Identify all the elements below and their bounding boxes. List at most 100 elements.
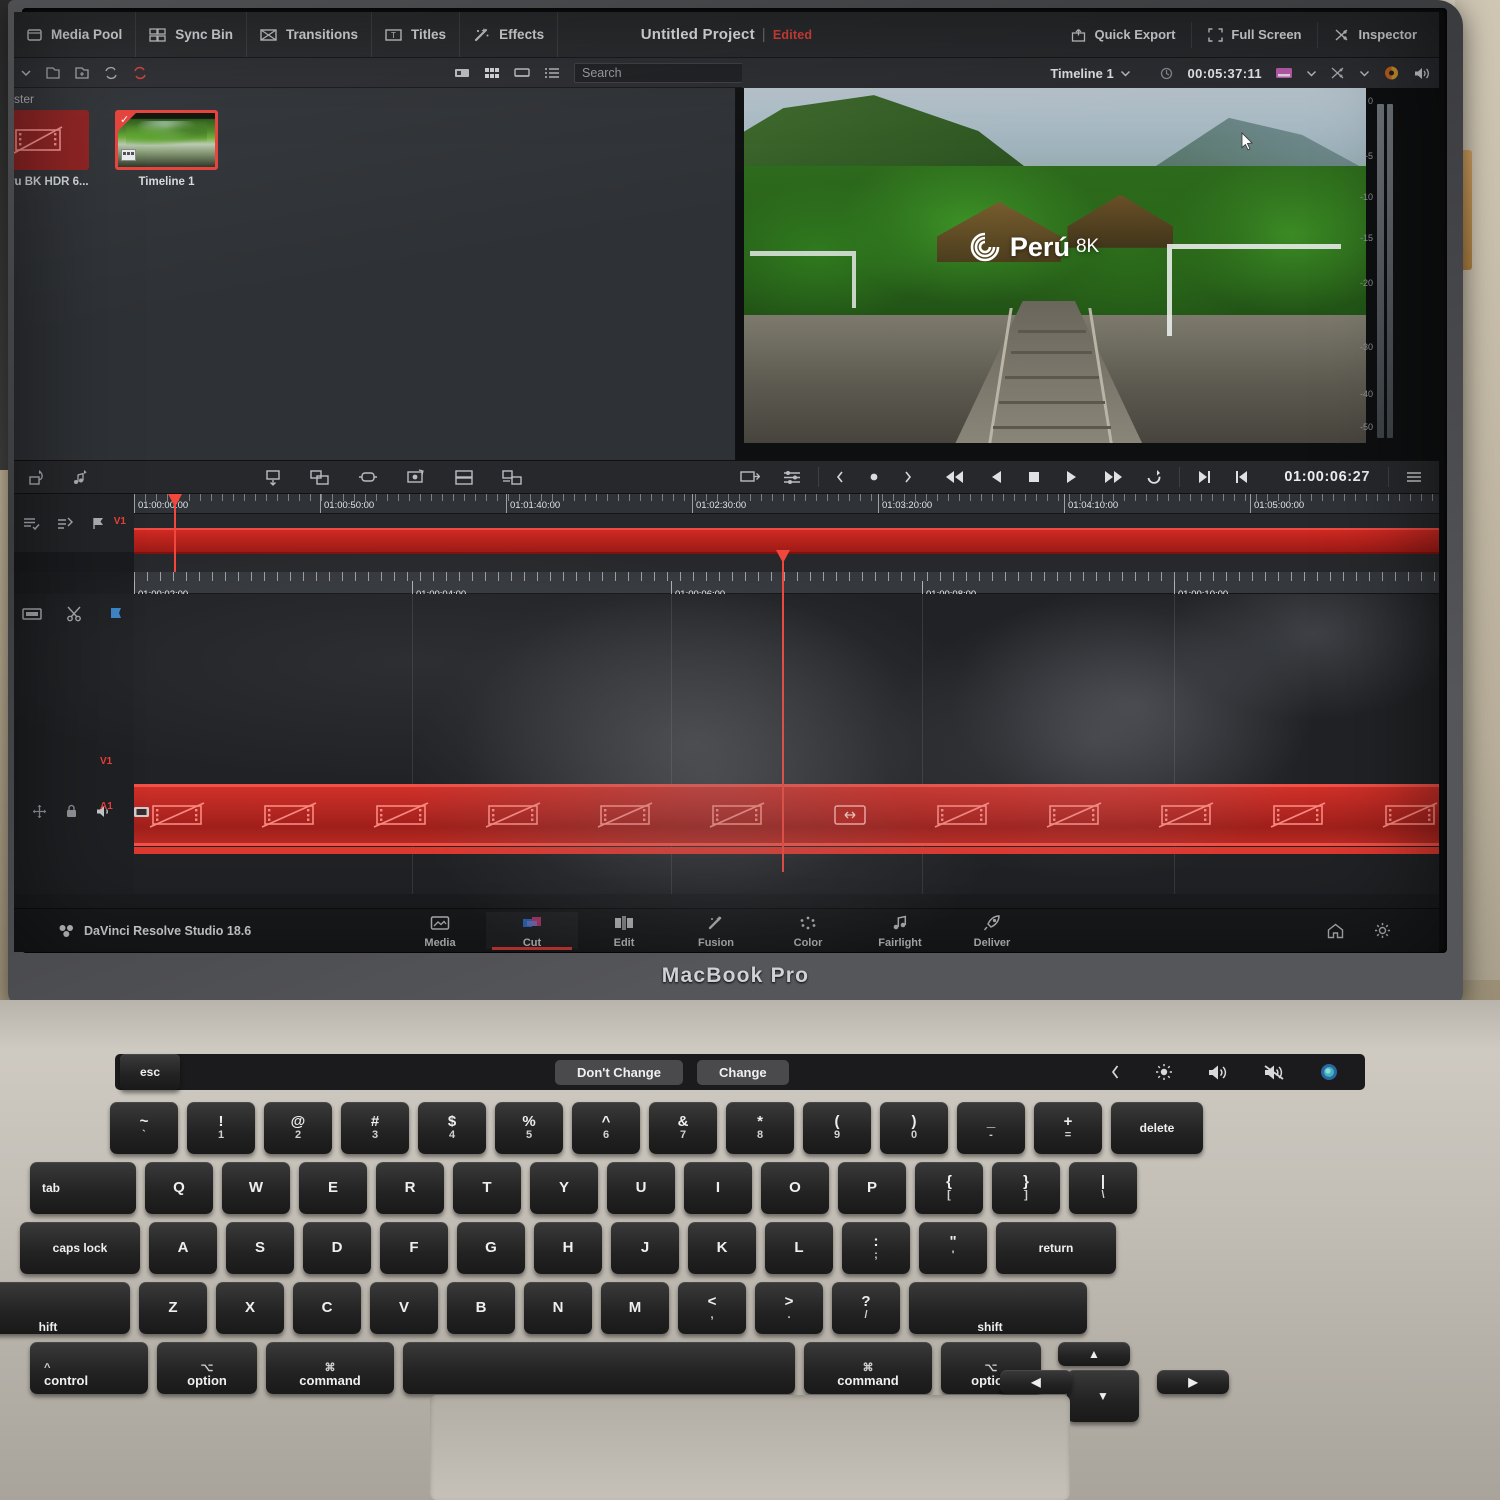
inspector-button[interactable]: Inspector — [1318, 22, 1439, 48]
home-icon[interactable] — [1327, 922, 1344, 939]
key-s[interactable]: S — [226, 1222, 294, 1274]
key-f[interactable]: F — [380, 1222, 448, 1274]
key-u[interactable]: U — [607, 1162, 675, 1214]
volume-mute-icon[interactable] — [1263, 1064, 1285, 1081]
touchbar-dont-change-button[interactable]: Don't Change — [555, 1059, 683, 1085]
toolbar-item-media-pool[interactable]: Media Pool — [14, 12, 137, 57]
siri-icon[interactable] — [1319, 1062, 1339, 1082]
key-2[interactable]: @2 — [264, 1102, 332, 1154]
key-quote[interactable]: " ' — [919, 1222, 987, 1274]
color-wheel-icon[interactable] — [1383, 65, 1400, 81]
mark-in-icon[interactable] — [264, 469, 282, 486]
key-v[interactable]: V — [370, 1282, 438, 1334]
place-on-top-icon[interactable] — [454, 469, 474, 486]
key-command-right[interactable]: ⌘ command — [804, 1342, 932, 1394]
key-bracket-right[interactable]: }] — [992, 1162, 1060, 1214]
key-bracket-left[interactable]: {[ — [915, 1162, 983, 1214]
key-option-left[interactable]: ⌥ option — [157, 1342, 257, 1394]
toolbar-item-sync-bin[interactable]: Sync Bin — [136, 12, 248, 57]
key-shift-right[interactable]: shift — [909, 1282, 1087, 1334]
key-slash[interactable]: ? / — [832, 1282, 900, 1334]
key-6[interactable]: ^ 6 — [572, 1102, 640, 1154]
record-dot-icon[interactable] — [867, 470, 881, 484]
key-arrow-down[interactable]: ▼ — [1067, 1370, 1139, 1422]
key-period[interactable]: >. — [755, 1282, 823, 1334]
key-n[interactable]: N — [524, 1282, 592, 1334]
chevron-down-icon[interactable] — [20, 68, 32, 78]
timeline-video-clip[interactable] — [134, 784, 1439, 846]
key-backtick[interactable]: ~ ` — [110, 1102, 178, 1154]
tab-media[interactable]: Media — [394, 912, 486, 949]
ripple-overwrite-icon[interactable] — [358, 469, 378, 486]
key-x[interactable]: X — [216, 1282, 284, 1334]
source-overwrite-icon[interactable] — [502, 469, 522, 486]
close-up-icon[interactable] — [406, 468, 426, 486]
key-esc[interactable]: esc — [120, 1054, 180, 1090]
play-icon[interactable] — [1064, 469, 1079, 485]
toolbar-item-titles[interactable]: T Titles — [372, 12, 461, 57]
full-screen-button[interactable]: Full Screen — [1192, 21, 1319, 48]
key-p[interactable]: P — [838, 1162, 906, 1214]
key-m[interactable]: M — [601, 1282, 669, 1334]
key-semicolon[interactable]: :; — [842, 1222, 910, 1274]
key-l[interactable]: L — [765, 1222, 833, 1274]
timeline-audio-track-clip[interactable] — [134, 847, 1439, 854]
key-i[interactable]: I — [684, 1162, 752, 1214]
key-r[interactable]: R — [376, 1162, 444, 1214]
volume-up-icon[interactable] — [1207, 1064, 1229, 1081]
chevron-down-icon-3[interactable] — [1306, 69, 1317, 78]
key-9[interactable]: (9 — [803, 1102, 871, 1154]
loop-icon[interactable] — [1145, 469, 1163, 486]
key-t[interactable]: T — [453, 1162, 521, 1214]
tab-fairlight[interactable]: Fairlight — [854, 912, 946, 949]
reverse-play-icon[interactable] — [989, 469, 1004, 485]
mark-in-icon-2[interactable] — [1234, 469, 1250, 485]
tab-fusion[interactable]: Fusion — [670, 912, 762, 949]
key-shift-left[interactable]: hift — [0, 1282, 130, 1334]
key-caps-lock[interactable]: caps lock — [20, 1222, 140, 1274]
touch-bar[interactable]: Don't Change Change — [115, 1054, 1365, 1090]
lower-playhead[interactable] — [782, 550, 784, 872]
move-icon[interactable] — [32, 804, 47, 819]
upper-playhead[interactable] — [174, 494, 176, 572]
hamburger-menu-icon[interactable] — [1405, 470, 1423, 484]
key-a[interactable]: A — [149, 1222, 217, 1274]
key-4[interactable]: $4 — [418, 1102, 486, 1154]
snap-icon[interactable] — [28, 469, 46, 486]
key-h[interactable]: H — [534, 1222, 602, 1274]
edit-index-icon[interactable] — [22, 516, 40, 531]
lock-icon[interactable] — [65, 804, 78, 819]
key-command-left[interactable]: ⌘ command — [266, 1342, 394, 1394]
key-d[interactable]: D — [303, 1222, 371, 1274]
timeline-lower-ruler[interactable]: 01:00:02:00 01:00:04:00 01:00:06:00 01:0… — [134, 572, 1439, 602]
new-bin-icon[interactable] — [45, 66, 61, 80]
audio-trim-icon[interactable] — [56, 516, 74, 531]
key-comma[interactable]: <, — [678, 1282, 746, 1334]
key-5[interactable]: % 5 — [495, 1102, 563, 1154]
new-smart-bin-icon[interactable] — [74, 66, 90, 80]
key-y[interactable]: Y — [530, 1162, 598, 1214]
playhead-clip-handle-icon[interactable] — [821, 802, 879, 828]
key-3[interactable]: #3 — [341, 1102, 409, 1154]
tab-edit[interactable]: Edit — [578, 912, 670, 949]
marker-icon[interactable] — [90, 516, 108, 531]
key-e[interactable]: E — [299, 1162, 367, 1214]
next-edit-icon[interactable] — [1101, 469, 1123, 485]
key-0[interactable]: ) 0 — [880, 1102, 948, 1154]
key-delete[interactable]: delete — [1111, 1102, 1203, 1154]
key-return[interactable]: return — [996, 1222, 1116, 1274]
smart-insert-icon[interactable] — [740, 469, 761, 486]
stop-icon[interactable] — [1026, 469, 1042, 485]
prev-edit-icon[interactable] — [945, 469, 967, 485]
key-arrow-right[interactable]: ▶ — [1157, 1370, 1229, 1394]
append-icon[interactable] — [310, 469, 330, 486]
tab-deliver[interactable]: Deliver — [946, 912, 1038, 949]
timeline-upper-track[interactable] — [134, 514, 1439, 572]
timeline-format-icon[interactable] — [1275, 66, 1293, 80]
audio-snap-icon[interactable] — [72, 469, 90, 486]
tab-cut[interactable]: Cut — [486, 912, 578, 950]
key-arrow-left[interactable]: ◀ — [1000, 1370, 1072, 1394]
list-view-icon[interactable] — [544, 67, 560, 79]
speaker-icon[interactable] — [1413, 66, 1431, 81]
key-c[interactable]: C — [293, 1282, 361, 1334]
